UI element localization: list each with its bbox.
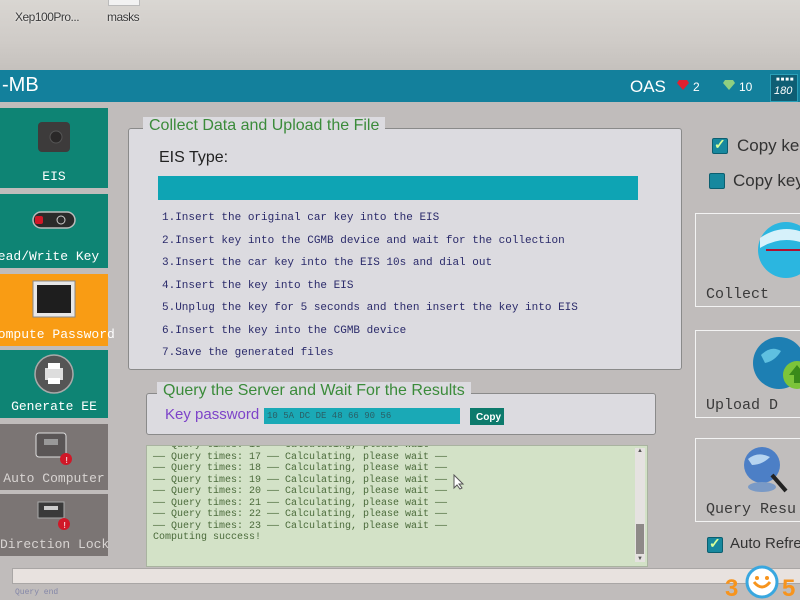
log-line: —— Query times: 18 —— Calculating, pleas… — [153, 463, 448, 474]
red-gem-icon — [677, 80, 689, 90]
counter-value: 180 — [774, 85, 793, 97]
log-line: —— Query times: 23 —— Calculating, pleas… — [153, 520, 448, 532]
sidebar-item-compute-password[interactable]: Compute Password — [0, 274, 115, 346]
log-line: —— Query times: 19 —— Calculating, pleas… — [153, 474, 448, 486]
collect-data-title: Collect Data and Upload the File — [143, 117, 386, 135]
svg-text:5: 5 — [782, 575, 795, 600]
svg-text:3: 3 — [725, 575, 738, 600]
copy-key-checkbox-1[interactable] — [712, 136, 728, 154]
instruction-step: 2.Insert key into the CGMB device and wa… — [162, 234, 565, 247]
sidebar-item-read-write-key[interactable]: Read/Write Key — [0, 194, 108, 268]
auto-refresh-label: Auto Refre — [730, 535, 800, 552]
app-title: -MB — [2, 74, 39, 96]
sidebar-item-auto-computer: ! Auto Computer — [0, 424, 108, 490]
query-server-group: Query the Server and Wait For the Result… — [146, 382, 656, 435]
svg-text:!: ! — [64, 456, 69, 466]
instruction-step: 7.Save the generated files — [162, 347, 334, 359]
printer-icon — [34, 354, 74, 394]
eis-type-label: EIS Type: — [159, 149, 229, 166]
counter-dots-icon: ■■■■ — [776, 77, 795, 83]
upload-label: Upload D — [706, 397, 779, 414]
log-scrollbar[interactable]: ▲ ▼ — [635, 448, 645, 562]
log-line: —— Query times: 21 —— Calculating, pleas… — [153, 497, 448, 509]
log-line: —— Query times: 22 —— Calculating, pleas… — [153, 509, 448, 520]
ecu-icon: ! — [35, 432, 72, 466]
collect-button[interactable]: Collect — [695, 213, 800, 307]
query-server-title: Query the Server and Wait For the Result… — [157, 382, 471, 400]
instruction-step: 1.Insert the original car key into the E… — [162, 212, 440, 224]
instruction-step: 4.Insert the key into the EIS — [162, 279, 354, 292]
copy-button[interactable]: Copy — [470, 408, 504, 425]
sidebar-item-direction-lock: ! Direction Lock — [0, 494, 110, 556]
copy-key-checkbox-2[interactable] — [709, 173, 725, 189]
sidebar-item-eis[interactable]: EIS — [0, 108, 108, 188]
watermark-logo-365: 3 5 — [725, 565, 795, 600]
sidebar-item-label: Direction Lock — [0, 537, 110, 552]
sidebar-item-label: Generate EE — [11, 399, 97, 414]
scroll-down-icon[interactable]: ▼ — [637, 556, 643, 562]
status-text: Query end — [15, 588, 59, 597]
instruction-steps: 1.Insert the original car key into the E… — [162, 212, 578, 370]
upload-button[interactable]: Upload D — [695, 330, 800, 418]
log-line: —— Query times: 16 —— Calculating, pleas… — [153, 445, 448, 451]
log-line: —— Query times: 20 —— Calculating, pleas… — [153, 486, 448, 497]
key-password-label: Key password — [165, 406, 260, 423]
instruction-step: 6.Insert the key into the CGMB device — [162, 324, 407, 337]
sidebar-item-generate-ee[interactable]: Generate EE — [0, 350, 108, 418]
usb-icon — [758, 222, 800, 278]
counter-badge[interactable]: ■■■■ 180 — [770, 74, 798, 102]
sidebar-item-label: Compute Password — [0, 327, 115, 342]
account-name: OAS — [630, 77, 666, 96]
monitor-icon — [32, 280, 76, 318]
desktop-background: Xep100Pro... masks — [0, 0, 800, 72]
log-line: —— Query times: 17 —— Calculating, pleas… — [153, 451, 448, 463]
globe-search-icon — [744, 447, 788, 493]
svg-text:!: ! — [62, 521, 67, 531]
query-log[interactable]: —— Query times: 16 —— Calculating, pleas… — [146, 445, 648, 567]
scroll-thumb[interactable] — [636, 524, 644, 554]
desktop-icon-xep100pro[interactable]: Xep100Pro... — [15, 10, 80, 24]
car-key-icon — [32, 211, 76, 229]
collect-data-group: Collect Data and Upload the File EIS Typ… — [128, 117, 682, 370]
sidebar-item-label: Auto Computer — [3, 471, 105, 486]
red-gem-count: 2 — [693, 80, 700, 94]
instruction-step: 3.Insert the car key into the EIS 10s an… — [162, 257, 493, 269]
steering-lock-icon: ! — [37, 501, 70, 531]
key-password-field[interactable]: 10 5A DC DE 48 66 90 56 — [264, 408, 460, 424]
auto-refresh-checkbox[interactable] — [707, 535, 723, 553]
query-results-button[interactable]: Query Resu — [695, 438, 800, 522]
sidebar-item-label: EIS — [42, 169, 66, 184]
collect-label: Collect — [706, 286, 770, 303]
green-gem-icon — [723, 80, 735, 90]
desktop-icon-box — [108, 0, 140, 6]
green-gem-count: 10 — [739, 80, 753, 94]
query-results-label: Query Resu — [706, 501, 797, 518]
eis-type-field[interactable] — [158, 176, 638, 200]
app-titlebar: -MB OAS 2 10 ■■■■ 180 — [0, 70, 800, 102]
copy-key-label-1: Copy ke — [737, 136, 800, 155]
globe-upload-icon — [753, 337, 800, 389]
sidebar-item-label: Read/Write Key — [0, 249, 100, 264]
eis-icon — [38, 122, 70, 152]
copy-key-label-2: Copy key — [733, 171, 800, 190]
desktop-icon-masks[interactable]: masks — [107, 10, 140, 24]
log-line: Computing success! — [153, 532, 262, 543]
instruction-step: 5.Unplug the key for 5 seconds and then … — [162, 302, 578, 314]
mouse-cursor-icon — [453, 474, 465, 490]
progress-bar — [12, 568, 800, 584]
scroll-up-icon[interactable]: ▲ — [637, 448, 643, 454]
